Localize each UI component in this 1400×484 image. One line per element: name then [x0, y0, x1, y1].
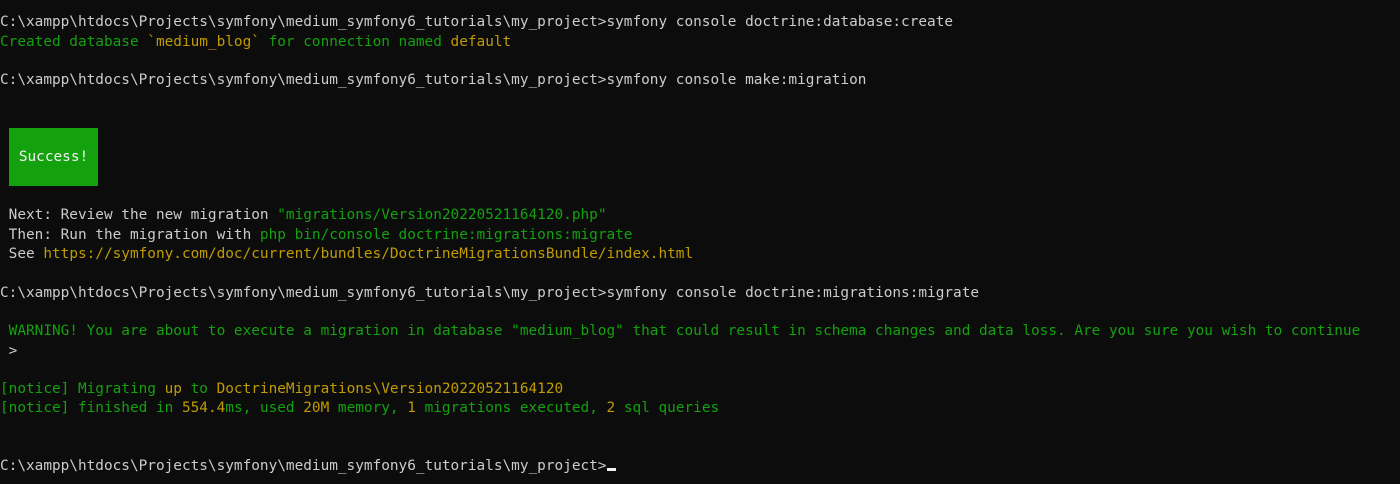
- prompt: C:\xampp\htdocs\Projects\symfony\medium_…: [0, 72, 607, 88]
- command-text: symfony console doctrine:migrations:migr…: [606, 285, 980, 301]
- success-block: Success!: [9, 128, 98, 186]
- terminal-window[interactable]: C:\xampp\htdocs\Projects\symfony\medium_…: [0, 0, 1400, 484]
- output-then-step: Then: Run the migration with php bin/con…: [0, 227, 633, 243]
- command-line-migrate: C:\xampp\htdocs\Projects\symfony\medium_…: [0, 283, 979, 303]
- memory-value: 20M: [303, 400, 330, 416]
- command-text: symfony console make:migration: [606, 72, 867, 88]
- output-created-database: Created database `medium_blog` for conne…: [0, 34, 512, 50]
- output-next-step: Next: Review the new migration "migratio…: [0, 207, 607, 223]
- migrations-count: 1: [407, 400, 416, 416]
- migration-file-path: "migrations/Version20220521164120.php": [277, 207, 607, 223]
- duration-value: 554.4: [181, 400, 226, 416]
- command-line-make-migration: C:\xampp\htdocs\Projects\symfony\medium_…: [0, 70, 866, 90]
- docs-url: https://symfony.com/doc/current/bundles/…: [43, 246, 694, 262]
- command-line-create-db: C:\xampp\htdocs\Projects\symfony\medium_…: [0, 12, 953, 32]
- sql-query-count: 2: [606, 400, 616, 416]
- migrate-command-hint: php bin/console doctrine:migrations:migr…: [259, 227, 633, 243]
- notice-tag: [notice]: [0, 400, 78, 416]
- text-cursor: [607, 468, 617, 471]
- migration-version: DoctrineMigrations\Version20220521164120: [216, 381, 564, 397]
- answer-prompt: >: [0, 343, 18, 359]
- command-line-current[interactable]: C:\xampp\htdocs\Projects\symfony\medium_…: [0, 456, 617, 476]
- output-notice-migrating: [notice] Migrating up to DoctrineMigrati…: [0, 381, 564, 397]
- output-warning: WARNING! You are about to execute a migr…: [0, 323, 1361, 339]
- connection-name: default: [450, 34, 512, 50]
- command-text: symfony console doctrine:database:create: [606, 14, 954, 30]
- output-notice-finished: [notice] finished in 554.4ms, used 20M m…: [0, 400, 720, 416]
- prompt: C:\xampp\htdocs\Projects\symfony\medium_…: [0, 458, 607, 474]
- prompt: C:\xampp\htdocs\Projects\symfony\medium_…: [0, 14, 607, 30]
- notice-tag: [notice]: [0, 381, 78, 397]
- prompt: C:\xampp\htdocs\Projects\symfony\medium_…: [0, 285, 607, 301]
- database-name: `medium_blog`: [147, 34, 260, 50]
- output-see-docs: See https://symfony.com/doc/current/bund…: [0, 246, 694, 262]
